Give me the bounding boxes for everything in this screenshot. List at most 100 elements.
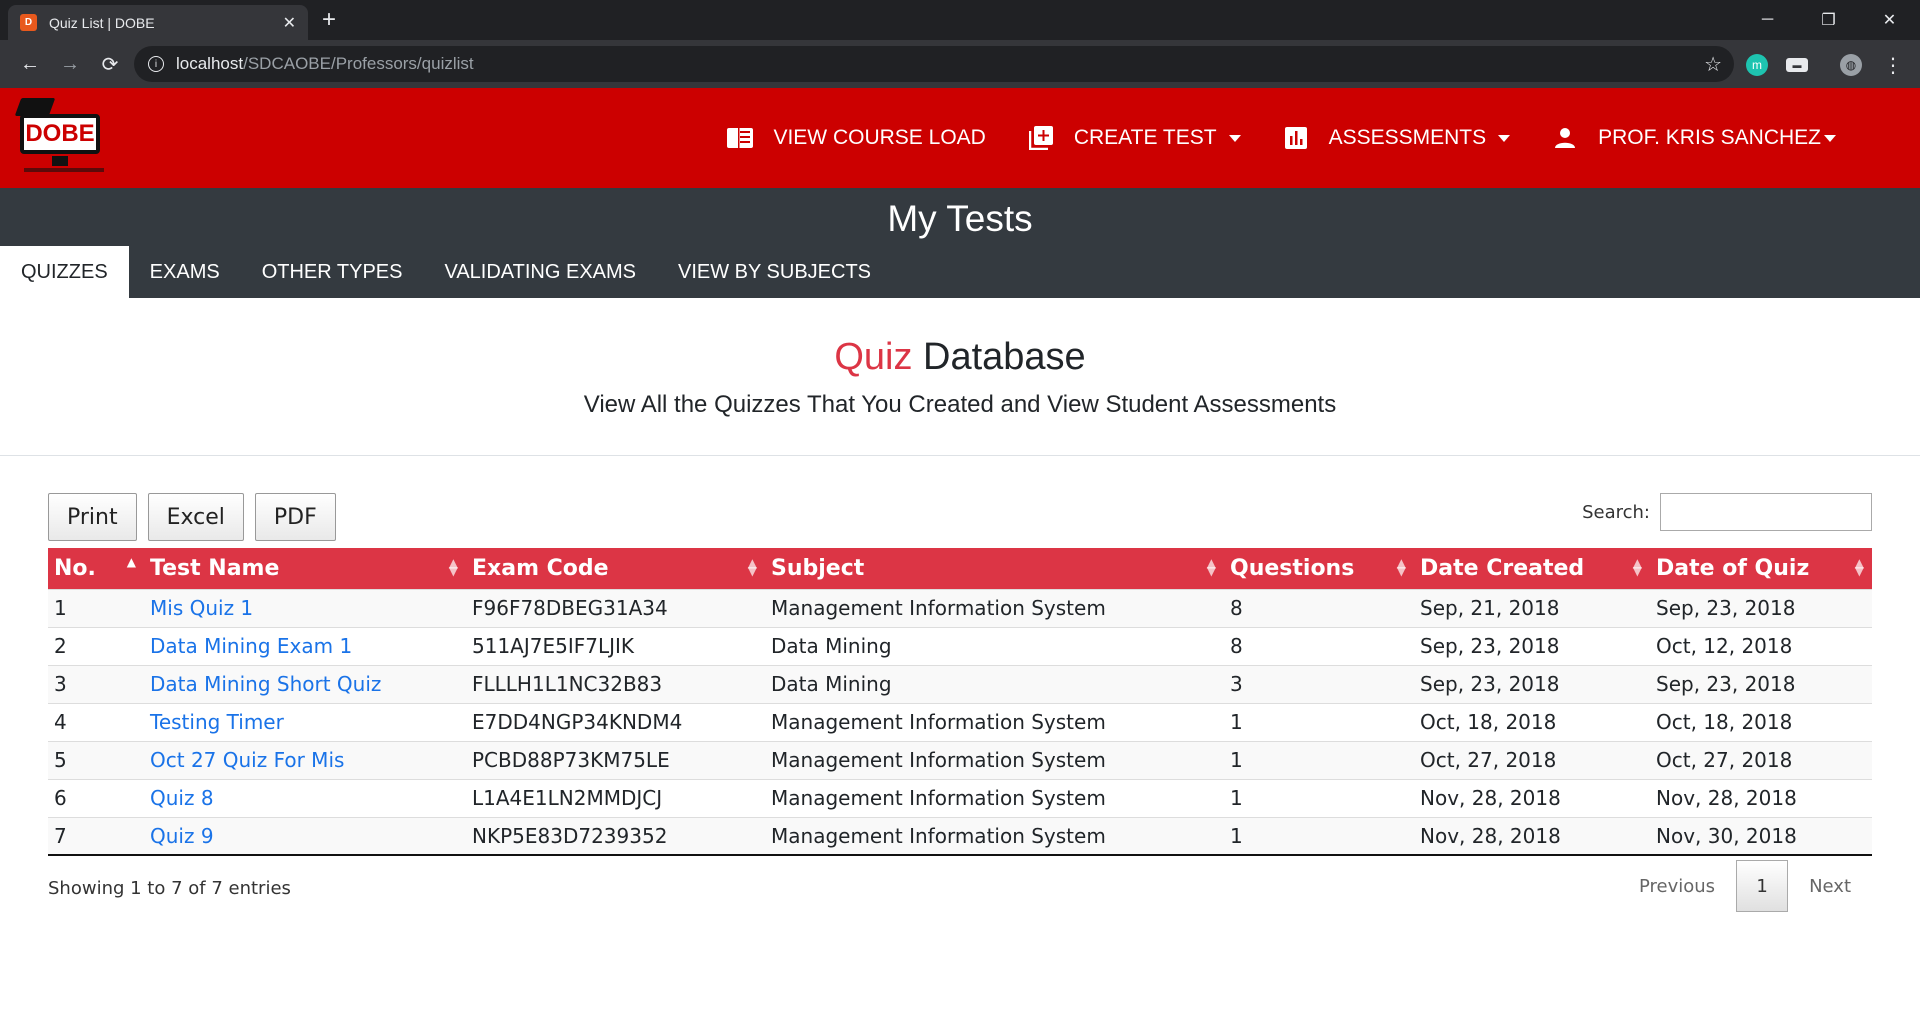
export-buttons: Print Excel PDF [48, 493, 347, 541]
forward-arrow-icon[interactable]: → [50, 44, 90, 84]
bar-chart-icon [1283, 127, 1309, 149]
tab-validating-exams[interactable]: VALIDATING EXAMS [423, 246, 657, 298]
sort-icon: ▲ ▼ [1632, 556, 1642, 578]
cell-date-of-quiz: Oct, 27, 2018 [1650, 740, 1872, 779]
previous-page-button[interactable]: Previous [1618, 860, 1736, 912]
tab-other-types[interactable]: OTHER TYPES [241, 246, 424, 298]
sort-icon: ▲ ▼ [448, 556, 458, 578]
nav-create-test[interactable]: CREATE TEST [1028, 126, 1241, 150]
cell-questions: 1 [1224, 816, 1414, 856]
cell-no: 4 [48, 702, 144, 741]
my-tests-band: My Tests QUIZZES EXAMS OTHER TYPES VALID… [0, 188, 1920, 298]
site-info-icon[interactable]: i [148, 56, 164, 72]
search-label: Search: [1582, 501, 1650, 523]
new-tab-icon[interactable]: + [322, 6, 336, 34]
cell-exam-code: 511AJ7E5IF7LJIK [466, 626, 765, 665]
column-header-questions[interactable]: Questions ▲ ▼ [1224, 548, 1414, 589]
print-button[interactable]: Print [48, 493, 137, 541]
cell-exam-code: PCBD88P73KM75LE [466, 740, 765, 779]
minimize-icon[interactable]: ─ [1737, 0, 1798, 40]
sort-icon: ▲ ▼ [1396, 556, 1406, 578]
cell-no: 6 [48, 778, 144, 817]
tab-view-by-subjects[interactable]: VIEW BY SUBJECTS [657, 246, 892, 298]
cell-no: 3 [48, 664, 144, 703]
table-header-row: No. ▲ Test Name ▲ ▼ Exam Code ▲ ▼ Subject ▲ ▼ Q… [48, 548, 1872, 589]
table-row: 5 Oct 27 Quiz For Mis PCBD88P73KM75LE Ma… [48, 740, 1872, 779]
back-arrow-icon[interactable]: ← [10, 44, 50, 84]
sort-icon: ▲ ▼ [747, 556, 757, 578]
excel-button[interactable]: Excel [147, 493, 244, 541]
browser-tab[interactable]: D Quiz List | DOBE ✕ [8, 5, 308, 40]
restore-icon[interactable]: ❐ [1798, 0, 1859, 40]
tab-quizzes[interactable]: QUIZZES [0, 246, 129, 298]
cell-exam-code: F96F78DBEG31A34 [466, 588, 765, 627]
page-1-button[interactable]: 1 [1736, 860, 1789, 912]
page-subtitle: View All the Quizzes That You Created an… [583, 391, 1337, 418]
cell-questions: 1 [1224, 778, 1414, 817]
table-row: 1 Mis Quiz 1 F96F78DBEG31A34 Management … [48, 588, 1872, 627]
column-label: Date Created [1420, 555, 1585, 581]
cell-subject: Management Information System [765, 588, 1224, 627]
test-name-link[interactable]: Quiz 8 [150, 786, 214, 810]
pdf-button[interactable]: PDF [254, 493, 336, 541]
cell-date-created: Sep, 21, 2018 [1414, 588, 1650, 627]
extension-keyboard-icon[interactable]: ▬ [1786, 58, 1808, 72]
quiz-table: No. ▲ Test Name ▲ ▼ Exam Code ▲ ▼ Subject ▲ ▼ Q… [48, 548, 1872, 856]
browser-tabstrip: D Quiz List | DOBE ✕ + ─ ❐ ✕ [0, 0, 1920, 40]
address-bar[interactable]: i localhost/SDCAOBE/Professors/quizlist … [134, 46, 1734, 82]
test-name-link[interactable]: Testing Timer [150, 710, 284, 734]
column-header-test-name[interactable]: Test Name ▲ ▼ [144, 548, 466, 589]
cell-date-created: Sep, 23, 2018 [1414, 664, 1650, 703]
column-header-exam-code[interactable]: Exam Code ▲ ▼ [466, 548, 765, 589]
table-row: 4 Testing Timer E7DD4NGP34KNDM4 Manageme… [48, 702, 1872, 741]
nav-view-course-load[interactable]: VIEW COURSE LOAD [727, 126, 986, 150]
dropdown-caret-icon [1824, 134, 1836, 142]
close-tab-icon[interactable]: ✕ [283, 13, 296, 33]
cell-test-name: Quiz 9 [144, 816, 466, 856]
cell-no: 5 [48, 740, 144, 779]
column-header-no[interactable]: No. ▲ [48, 548, 144, 589]
tab-exams[interactable]: EXAMS [129, 246, 241, 298]
dropdown-caret-icon [1498, 134, 1511, 142]
book-icon [727, 127, 754, 149]
cell-date-created: Sep, 23, 2018 [1414, 626, 1650, 665]
search-input[interactable] [1660, 493, 1872, 531]
bookmark-star-icon[interactable]: ☆ [1704, 52, 1722, 77]
nav-assessments[interactable]: ASSESSMENTS [1283, 126, 1511, 150]
column-label: No. [54, 555, 96, 581]
extension-m-icon[interactable]: m [1746, 54, 1768, 76]
column-header-subject[interactable]: Subject ▲ ▼ [765, 548, 1224, 589]
test-name-link[interactable]: Mis Quiz 1 [150, 596, 253, 620]
reload-icon[interactable]: ⟳ [90, 44, 130, 84]
cell-questions: 8 [1224, 626, 1414, 665]
cell-no: 7 [48, 816, 144, 856]
cell-date-created: Nov, 28, 2018 [1414, 816, 1650, 856]
browser-toolbar: ← → ⟳ i localhost/SDCAOBE/Professors/qui… [0, 40, 1920, 88]
cell-test-name: Data Mining Exam 1 [144, 626, 466, 665]
main-nav: VIEW COURSE LOAD CREATE TEST ASSESSMENTS… [685, 88, 1836, 188]
nav-label: PROF. KRIS SANCHEZ [1598, 126, 1821, 149]
table-search: Search: [1582, 493, 1872, 531]
test-name-link[interactable]: Data Mining Short Quiz [150, 672, 381, 696]
cell-test-name: Testing Timer [144, 702, 466, 741]
table-row: 3 Data Mining Short Quiz FLLLH1L1NC32B83… [48, 664, 1872, 703]
dobe-logo[interactable]: DOBE [14, 98, 118, 178]
next-page-button[interactable]: Next [1788, 860, 1872, 912]
column-header-date-created[interactable]: Date Created ▲ ▼ [1414, 548, 1650, 589]
page-heading: Quiz Database View All the Quizzes That … [0, 298, 1920, 456]
test-name-link[interactable]: Oct 27 Quiz For Mis [150, 748, 344, 772]
sort-icon: ▲ ▼ [1206, 556, 1216, 578]
profile-avatar-icon[interactable]: ◍ [1840, 54, 1862, 76]
test-name-link[interactable]: Data Mining Exam 1 [150, 634, 352, 658]
cell-subject: Data Mining [765, 664, 1224, 703]
test-name-link[interactable]: Quiz 9 [150, 824, 214, 848]
column-header-date-of-quiz[interactable]: Date of Quiz ▲ ▼ [1650, 548, 1872, 589]
cell-date-created: Oct, 18, 2018 [1414, 702, 1650, 741]
nav-user-profile[interactable]: PROF. KRIS SANCHEZ [1552, 126, 1836, 150]
sort-icon: ▲ ▼ [1854, 556, 1864, 578]
pagination: Previous 1 Next [1618, 860, 1872, 912]
chrome-menu-icon[interactable]: ⋮ [1882, 54, 1904, 77]
close-window-icon[interactable]: ✕ [1859, 0, 1920, 40]
table-row: 6 Quiz 8 L1A4E1LN2MMDJCJ Management Info… [48, 778, 1872, 817]
cell-subject: Management Information System [765, 816, 1224, 856]
